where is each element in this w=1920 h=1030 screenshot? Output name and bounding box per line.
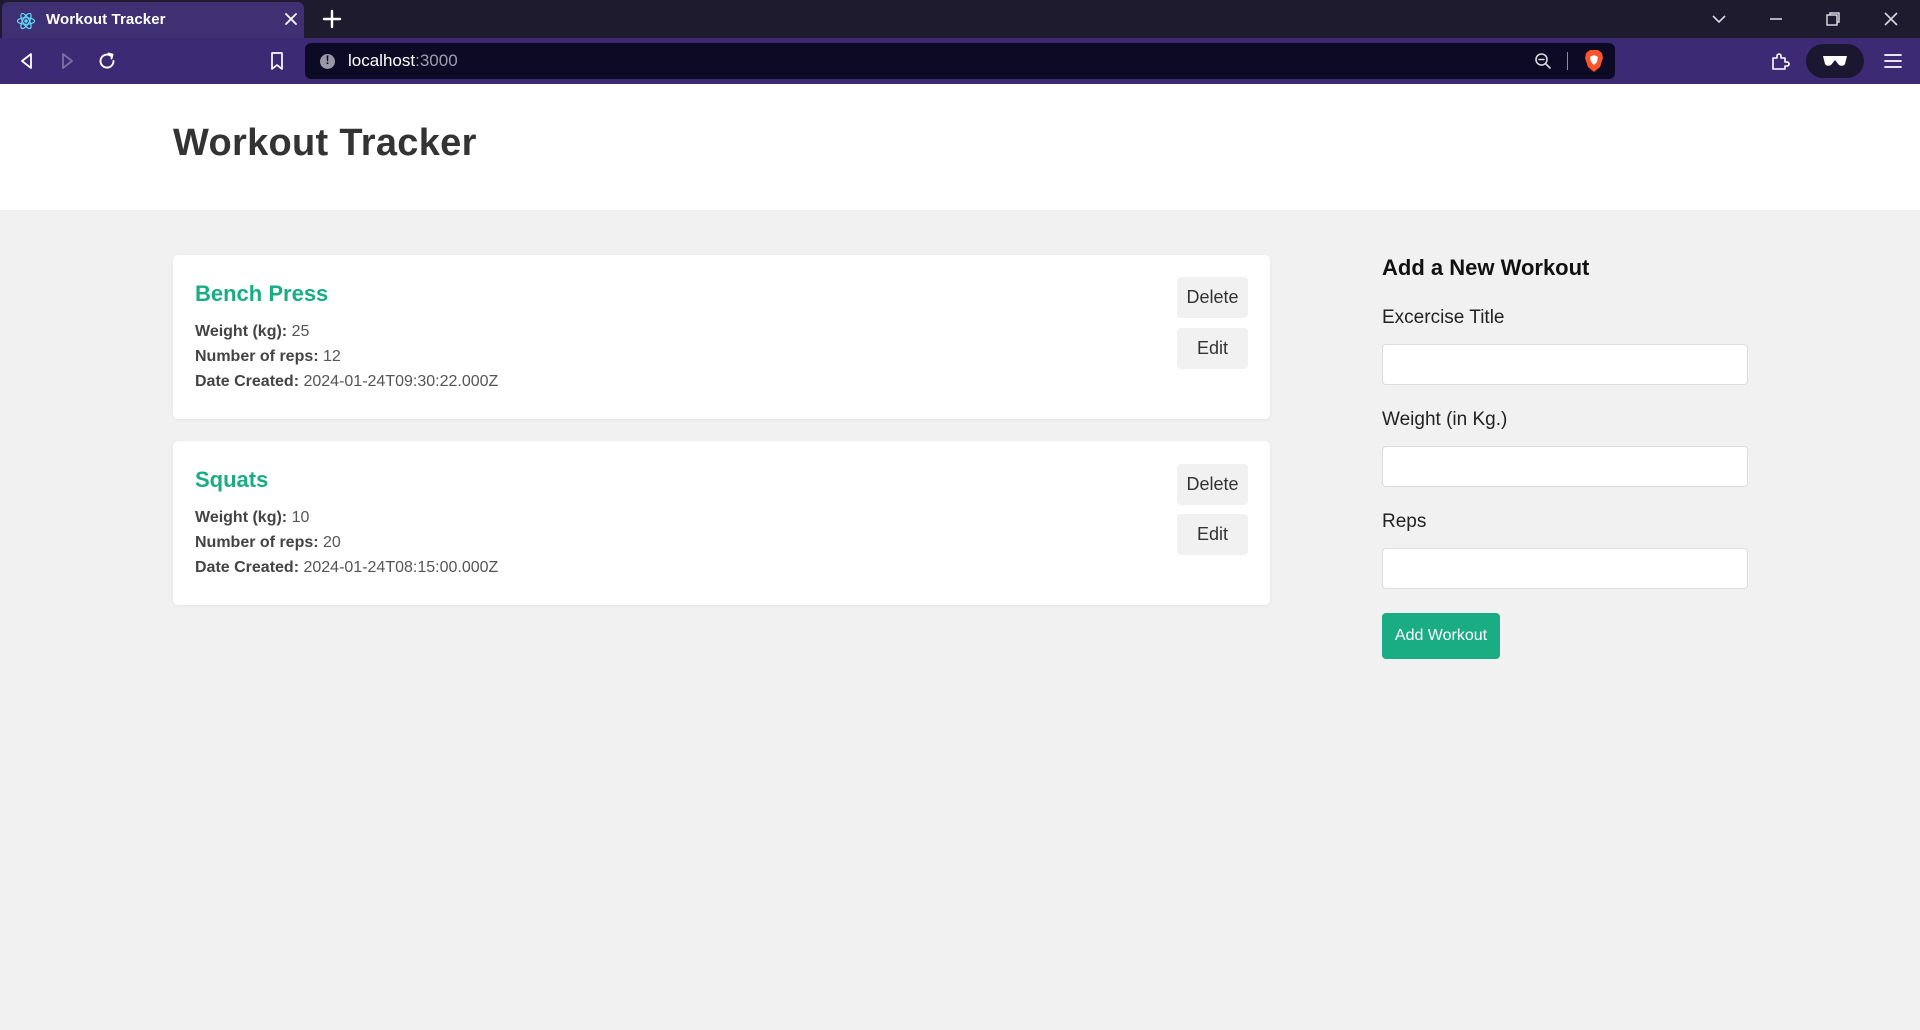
info-icon[interactable] — [320, 53, 335, 69]
workout-reps: Number of reps: 12 — [195, 348, 341, 365]
workout-weight: Weight (kg): 25 — [195, 323, 310, 340]
bookmark-icon[interactable] — [265, 49, 289, 73]
workout-title: Bench Press — [195, 281, 329, 306]
workout-weight: Weight (kg): 10 — [195, 509, 310, 526]
app-header: Workout Tracker — [0, 84, 1920, 210]
workout-card: Bench Press Weight (kg): 25 Number of re… — [173, 255, 1270, 419]
address-bar-divider — [1567, 52, 1568, 70]
reps-label: Reps — [1382, 511, 1427, 532]
react-atom-icon — [16, 12, 36, 30]
back-arrow-icon[interactable] — [15, 49, 39, 73]
form-heading: Add a New Workout — [1382, 255, 1590, 280]
browser-tab-bar: Workout Tracker — [0, 0, 1920, 38]
wallet-button[interactable] — [1806, 44, 1864, 78]
zoom-icon[interactable] — [1533, 51, 1553, 71]
wallet-glasses-icon — [1823, 56, 1847, 66]
address-bar[interactable]: localhost:3000 — [305, 43, 1615, 79]
browser-toolbar: localhost:3000 — [0, 38, 1920, 84]
exercise-title-input[interactable] — [1382, 344, 1748, 385]
workout-reps: Number of reps: 20 — [195, 534, 341, 551]
page-title[interactable]: Workout Tracker — [173, 122, 477, 165]
weight-label: Weight (in Kg.) — [1382, 409, 1508, 430]
forward-arrow-icon[interactable] — [55, 49, 79, 73]
add-workout-button[interactable]: Add Workout — [1382, 613, 1500, 659]
reload-icon[interactable] — [95, 49, 119, 73]
workout-title: Squats — [195, 467, 269, 492]
edit-button[interactable]: Edit — [1177, 328, 1248, 369]
plus-icon[interactable] — [320, 7, 344, 31]
delete-button[interactable]: Delete — [1177, 464, 1248, 505]
workout-date: Date Created: 2024-01-24T08:15:00.000Z — [195, 559, 499, 576]
close-window-icon[interactable] — [1880, 8, 1902, 30]
workout-date: Date Created: 2024-01-24T09:30:22.000Z — [195, 373, 499, 390]
chevron-down-icon[interactable] — [1708, 8, 1730, 30]
minimize-icon[interactable] — [1765, 8, 1787, 30]
edit-button[interactable]: Edit — [1177, 514, 1248, 555]
tab-title: Workout Tracker — [46, 11, 166, 28]
restore-icon[interactable] — [1822, 8, 1844, 30]
weight-input[interactable] — [1382, 446, 1748, 487]
url-text[interactable]: localhost:3000 — [348, 51, 458, 71]
close-icon[interactable] — [282, 10, 300, 28]
puzzle-icon[interactable] — [1768, 49, 1792, 73]
hamburger-menu-icon[interactable] — [1881, 49, 1905, 73]
brave-shields-icon[interactable] — [1583, 49, 1605, 73]
browser-tab[interactable]: Workout Tracker — [2, 2, 304, 38]
exercise-title-label: Excercise Title — [1382, 307, 1505, 328]
delete-button[interactable]: Delete — [1177, 277, 1248, 318]
reps-input[interactable] — [1382, 548, 1748, 589]
workout-card: Squats Weight (kg): 10 Number of reps: 2… — [173, 441, 1270, 605]
